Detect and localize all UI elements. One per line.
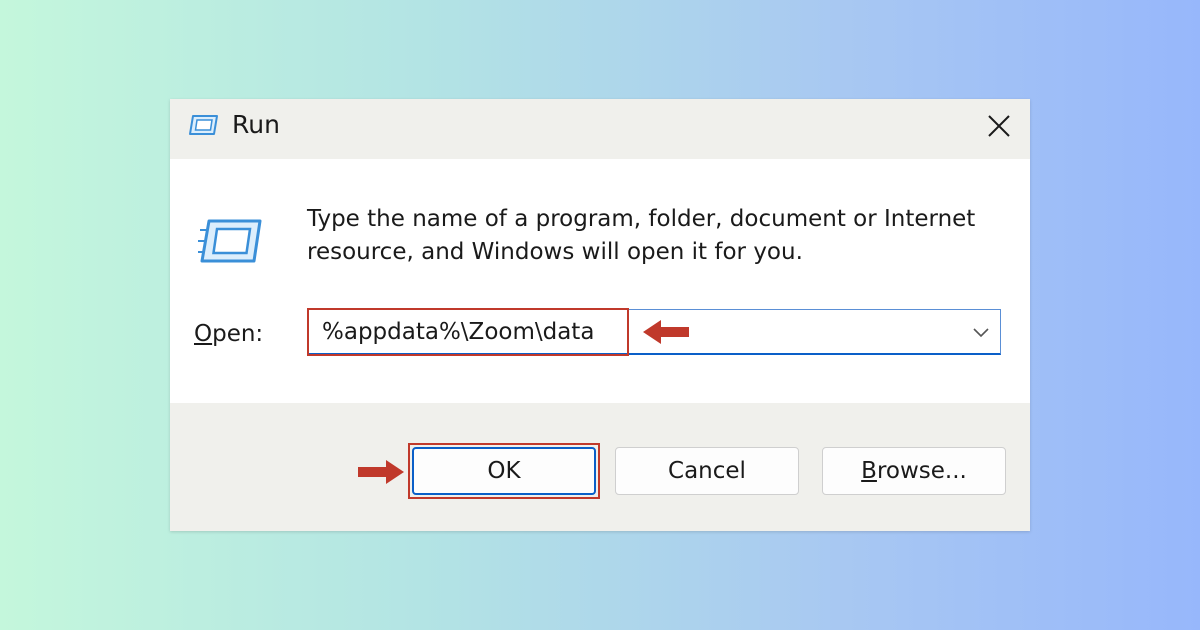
- close-icon[interactable]: [982, 109, 1016, 143]
- browse-button[interactable]: Browse...: [822, 447, 1006, 495]
- open-label: Open:: [194, 319, 263, 349]
- cancel-button[interactable]: Cancel: [615, 447, 799, 495]
- dialog-body: Type the name of a program, folder, docu…: [170, 159, 1030, 403]
- chevron-down-icon[interactable]: [970, 322, 992, 342]
- run-icon: [189, 115, 218, 135]
- window-title: Run: [232, 110, 280, 139]
- browse-accelerator: B: [861, 458, 877, 484]
- open-label-accelerator: O: [194, 321, 213, 347]
- run-dialog: Run Type the name of a program, folder, …: [170, 99, 1030, 531]
- open-label-text: pen:: [212, 321, 264, 347]
- run-icon: [198, 219, 262, 263]
- arrow-left-icon: [643, 320, 689, 344]
- input-highlight-box: [307, 308, 629, 356]
- ok-highlight-box: [408, 443, 600, 499]
- browse-text: rowse...: [876, 458, 967, 484]
- arrow-right-icon: [358, 460, 404, 484]
- dialog-description: Type the name of a program, folder, docu…: [307, 206, 976, 265]
- title-bar[interactable]: Run: [170, 99, 1030, 159]
